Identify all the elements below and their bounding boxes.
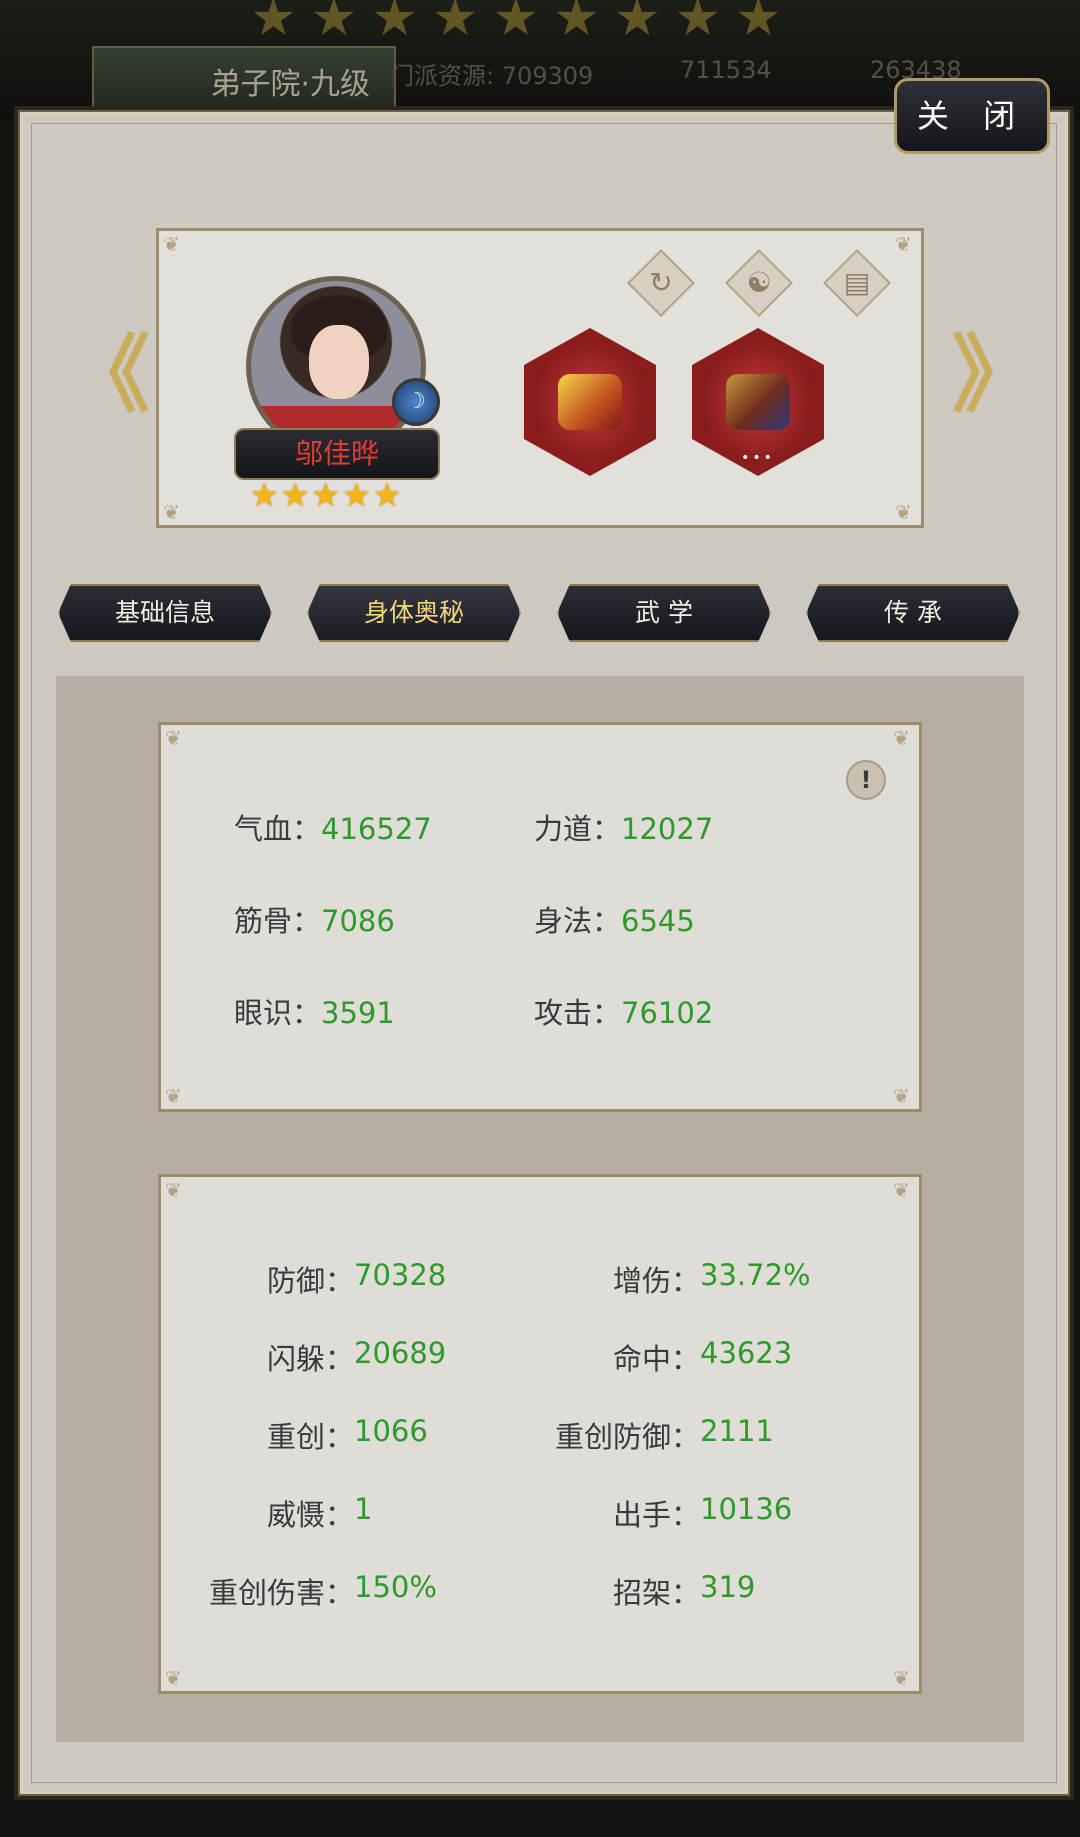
- stat-critical-defense-value: 2111: [700, 1414, 774, 1448]
- stat-agility: 身法：6545: [534, 904, 695, 938]
- corner-ornament-icon: ❦: [895, 232, 912, 256]
- star-icon: ★: [311, 476, 341, 514]
- tab-basic-info[interactable]: 基础信息: [58, 584, 272, 642]
- tab-inheritance[interactable]: 传 承: [806, 584, 1020, 642]
- stat-parry-label: 招架：: [612, 1576, 700, 1610]
- corner-ornament-icon: ❦: [893, 1666, 910, 1690]
- hero-star-rating: ★ ★ ★ ★ ★: [250, 478, 401, 512]
- stat-defense-label: 防御：: [266, 1264, 354, 1298]
- corner-ornament-icon: ❦: [165, 1084, 182, 1108]
- next-hero-arrow-icon[interactable]: 》: [952, 330, 1036, 420]
- star-icon: ★: [280, 476, 310, 514]
- corner-ornament-icon: ❦: [895, 500, 912, 524]
- avatar-face: [309, 325, 369, 399]
- star-icon: ★: [372, 476, 402, 514]
- star-icon: ★: [250, 0, 297, 48]
- stat-speed-label: 出手：: [612, 1498, 700, 1532]
- star-icon: ★: [613, 0, 661, 48]
- corner-ornament-icon: ❦: [893, 1084, 910, 1108]
- star-icon: ★: [735, 0, 782, 48]
- stat-damage-bonus-label: 增伤：: [612, 1264, 700, 1298]
- star-icon: ★: [310, 0, 358, 48]
- stat-insight: 眼识：3591: [234, 996, 395, 1030]
- corner-ornament-icon: ❦: [165, 726, 182, 750]
- stat-critical-label: 重创：: [266, 1420, 354, 1454]
- horse-mount-icon[interactable]: •••: [692, 328, 824, 476]
- stat-attack: 攻击：76102: [534, 996, 714, 1030]
- yin-yang-icon[interactable]: ☯: [725, 249, 793, 317]
- hero-name: 邬佳晔: [234, 428, 440, 480]
- stat-parry-value: 319: [700, 1570, 756, 1604]
- corner-ornament-icon: ❦: [163, 232, 180, 256]
- stat-dodge-label: 闪躲：: [266, 1342, 354, 1376]
- class-badge-icon: ☽: [392, 378, 440, 426]
- star-icon: ★: [553, 0, 600, 48]
- more-indicator: •••: [741, 450, 775, 466]
- tab-martial-arts[interactable]: 武 学: [557, 584, 771, 642]
- close-button[interactable]: 关 闭: [894, 78, 1050, 154]
- stat-critical-damage-label: 重创伤害：: [208, 1576, 354, 1610]
- refresh-icon[interactable]: ↻: [627, 249, 695, 317]
- star-icon: ★: [371, 0, 418, 48]
- background-star-row: ★ ★ ★ ★ ★ ★ ★ ★ ★: [250, 0, 782, 44]
- stat-hp: 气血：416527: [234, 812, 432, 846]
- corner-ornament-icon: ❦: [163, 500, 180, 524]
- star-icon: ★: [674, 0, 721, 48]
- stat-accuracy-value: 43623: [700, 1336, 793, 1370]
- prev-hero-arrow-icon[interactable]: 《: [66, 330, 150, 420]
- stat-constitution: 筋骨：7086: [234, 904, 395, 938]
- corner-ornament-icon: ❦: [165, 1178, 182, 1202]
- info-icon[interactable]: !: [846, 760, 886, 800]
- stat-critical-defense-label: 重创防御：: [554, 1420, 700, 1454]
- stat-accuracy-label: 命中：: [612, 1342, 700, 1376]
- stat-critical-damage-value: 150%: [354, 1570, 437, 1604]
- corner-ornament-icon: ❦: [893, 726, 910, 750]
- resource-2: 711534: [680, 56, 772, 84]
- corner-ornament-icon: ❦: [893, 1178, 910, 1202]
- stat-damage-bonus-value: 33.72%: [700, 1258, 811, 1292]
- stat-defense-value: 70328: [354, 1258, 447, 1292]
- corner-ornament-icon: ❦: [165, 1666, 182, 1690]
- resource-sect: 门派资源: 709309: [390, 62, 594, 90]
- stat-strength: 力道：12027: [534, 812, 714, 846]
- tab-body-secrets[interactable]: 身体奥秘: [307, 584, 521, 642]
- star-icon: ★: [431, 0, 479, 48]
- star-icon: ★: [492, 0, 540, 48]
- stat-critical-value: 1066: [354, 1414, 428, 1448]
- star-icon: ★: [342, 476, 371, 514]
- book-icon[interactable]: ▤: [823, 249, 891, 317]
- stat-intimidate-label: 威慑：: [266, 1498, 354, 1532]
- stat-intimidate-value: 1: [354, 1492, 373, 1526]
- weapon-icon[interactable]: [524, 328, 656, 476]
- stat-speed-value: 10136: [700, 1492, 793, 1526]
- stat-dodge-value: 20689: [354, 1336, 447, 1370]
- star-icon: ★: [250, 476, 279, 514]
